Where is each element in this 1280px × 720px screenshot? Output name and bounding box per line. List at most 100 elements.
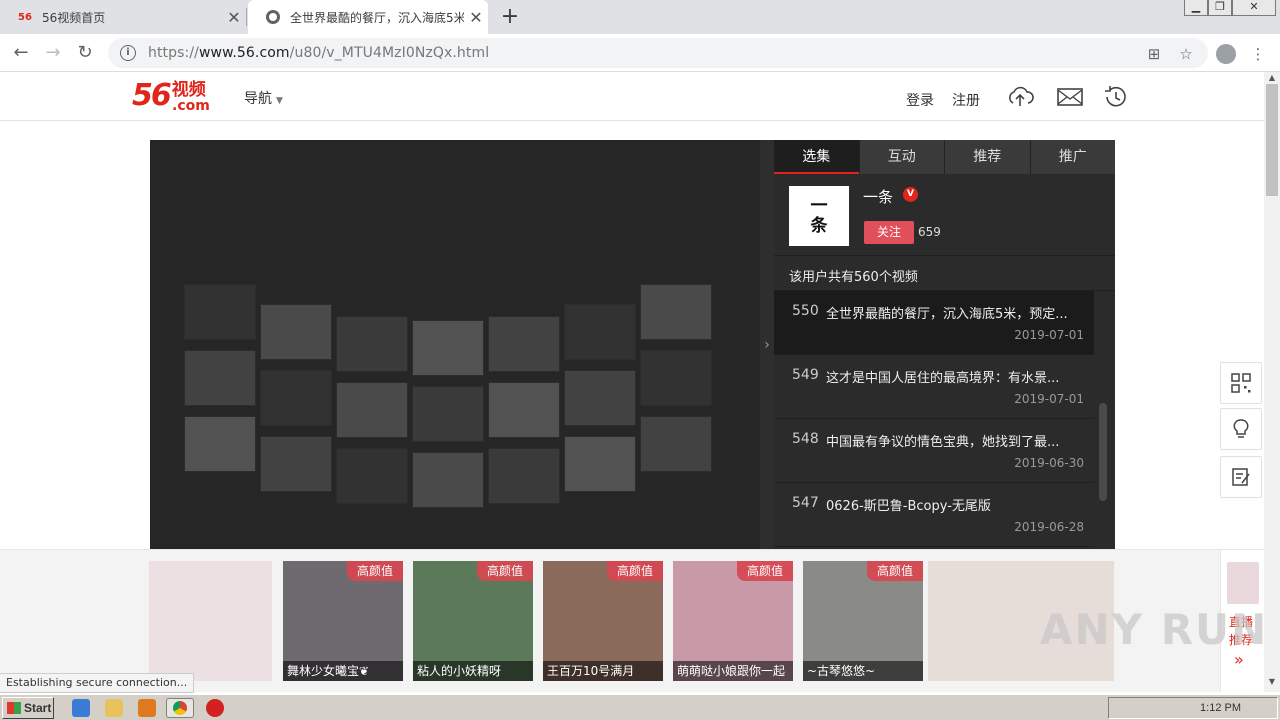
window-close-button[interactable]: ✕ — [1232, 0, 1276, 16]
ie-icon[interactable] — [72, 699, 90, 717]
poster-tile — [640, 416, 712, 472]
mail-icon[interactable] — [1056, 84, 1084, 110]
tab-interaction[interactable]: 互动 — [858, 140, 944, 174]
poster-tile — [412, 452, 484, 508]
url-text: https://www.56.com/u80/v_MTU4MzI0NzQx.ht… — [148, 45, 490, 61]
stop-icon[interactable] — [206, 699, 224, 717]
poster-tile — [564, 370, 636, 426]
page-scrollbar[interactable]: ▲ ▼ — [1264, 72, 1280, 692]
56-logo-icon: 56 — [18, 11, 32, 23]
reload-button[interactable]: ↻ — [72, 40, 98, 66]
uploader-name[interactable]: 一条 — [863, 186, 893, 207]
list-item[interactable]: 547 0626-斯巴鲁-Bcopy-无尾版 2019-06-28 — [774, 483, 1094, 547]
live-card[interactable]: 高颜值 粘人的小妖精呀 — [413, 561, 533, 681]
browser-tab-video[interactable]: 全世界最酷的餐厅，沉入海底5米，预 ✕ — [248, 0, 488, 34]
live-card[interactable]: 高颜值 舞林少女曦宝❦ — [283, 561, 403, 681]
poster-tile — [488, 382, 560, 438]
history-icon[interactable] — [1102, 84, 1130, 110]
media-player-icon[interactable] — [138, 699, 156, 717]
scroll-down-arrow-icon[interactable]: ▼ — [1264, 676, 1280, 688]
poster-tile — [488, 316, 560, 372]
address-bar[interactable]: i https://www.56.com/u80/v_MTU4MzI0NzQx.… — [108, 38, 1208, 68]
collapse-panel-button[interactable]: › — [760, 140, 774, 550]
nav-dropdown[interactable]: 导航 ▼ — [244, 88, 283, 108]
poster-tile — [336, 382, 408, 438]
status-bubble: Establishing secure connection... — [0, 673, 195, 693]
video-count-text: 该用户共有560个视频 — [789, 270, 918, 285]
watermark: ANY RUN — [1040, 605, 1269, 654]
register-link[interactable]: 注册 — [952, 90, 980, 110]
new-tab-button[interactable]: + — [498, 4, 522, 30]
browser-toolbar: ← → ↻ i https://www.56.com/u80/v_MTU4MzI… — [0, 34, 1280, 72]
episode-list: 550 全世界最酷的餐厅，沉入海底5米，预定... 2019-07-01 549… — [774, 290, 1115, 550]
close-tab-icon[interactable]: ✕ — [464, 8, 488, 27]
poster-tile — [336, 448, 408, 504]
list-scrollbar[interactable] — [1099, 403, 1107, 501]
lightbulb-button[interactable] — [1220, 408, 1262, 450]
qr-code-icon — [1231, 373, 1251, 393]
list-item[interactable]: 550 全世界最酷的餐厅，沉入海底5米，预定... 2019-07-01 — [774, 291, 1094, 355]
live-host-avatar[interactable] — [1227, 562, 1259, 604]
close-tab-icon[interactable]: ✕ — [222, 8, 246, 27]
loading-poster-wall — [180, 284, 730, 520]
follow-button[interactable]: 关注 — [864, 221, 914, 244]
tab-separator — [246, 8, 247, 26]
globe-icon — [264, 9, 282, 25]
poster-tile — [184, 350, 256, 406]
episode-panel: 选集 互动 推荐 推广 一条 一条 V 关注 659 该用户共有560个视频 5… — [774, 140, 1115, 550]
chrome-taskbar-button[interactable] — [166, 698, 194, 718]
site-header: 56 视频 .com 导航 ▼ 登录 注册 — [0, 72, 1264, 121]
browser-tabstrip: 56 56视频首页 ✕ 全世界最酷的餐厅，沉入海底5米，预 ✕ + ▁ ❐ ✕ — [0, 0, 1280, 34]
forward-button[interactable]: → — [40, 40, 66, 66]
system-tray: 1:12 PM — [1108, 697, 1278, 719]
list-item[interactable]: 549 这才是中国人居住的最高境界：有水景... 2019-07-01 — [774, 355, 1094, 419]
browser-tab-home[interactable]: 56 56视频首页 ✕ — [0, 0, 246, 34]
list-item[interactable]: 548 中国最有争议的情色宝典，她找到了最... 2019-06-30 — [774, 419, 1094, 483]
folder-icon[interactable] — [105, 699, 123, 717]
chrome-icon — [173, 701, 187, 715]
lightbulb-icon — [1233, 419, 1249, 438]
caret-down-icon: ▼ — [276, 96, 283, 106]
menu-kebab-icon[interactable]: ⋮ — [1248, 44, 1268, 64]
poster-tile — [640, 350, 712, 406]
site-info-icon[interactable]: i — [120, 45, 136, 61]
live-card[interactable] — [149, 561, 272, 681]
tab-recommend[interactable]: 推荐 — [944, 140, 1030, 174]
tab-promotion[interactable]: 推广 — [1029, 140, 1115, 174]
maximize-button[interactable]: ❐ — [1208, 0, 1232, 16]
poster-tile — [640, 284, 712, 340]
scrollbar-thumb[interactable] — [1266, 84, 1278, 196]
poster-tile — [336, 316, 408, 372]
profile-avatar-icon[interactable] — [1216, 44, 1236, 64]
site-logo[interactable]: 56 视频 .com — [132, 78, 210, 114]
poster-tile — [488, 448, 560, 504]
scroll-up-arrow-icon[interactable]: ▲ — [1264, 72, 1280, 84]
chevron-right-icon: › — [764, 337, 770, 353]
poster-tile — [184, 284, 256, 340]
poster-tile — [260, 370, 332, 426]
poster-tile — [564, 304, 636, 360]
edit-note-icon — [1232, 468, 1250, 486]
login-link[interactable]: 登录 — [906, 90, 934, 110]
back-button[interactable]: ← — [8, 40, 34, 66]
feedback-button[interactable] — [1220, 456, 1262, 498]
bookmark-star-icon[interactable]: ☆ — [1176, 44, 1196, 64]
poster-tile — [184, 416, 256, 472]
video-player[interactable] — [150, 140, 760, 550]
live-card[interactable]: 高颜值 萌萌哒小娘跟你一起 — [673, 561, 793, 681]
qr-code-button[interactable] — [1220, 362, 1262, 404]
verified-badge-icon: V — [903, 187, 918, 202]
translate-icon[interactable]: ⊞ — [1144, 44, 1164, 64]
minimize-button[interactable]: ▁ — [1184, 0, 1208, 16]
avatar-text: 一条 — [810, 196, 828, 236]
avatar[interactable]: 一条 — [789, 186, 849, 246]
windows-flag-icon — [7, 702, 21, 714]
tab-episodes[interactable]: 选集 — [774, 140, 859, 174]
live-card[interactable]: 高颜值 ~古琴悠悠~ — [803, 561, 923, 681]
uploader-card: 一条 一条 V 关注 659 — [774, 174, 1115, 256]
clock[interactable]: 1:12 PM — [1200, 702, 1241, 714]
start-button[interactable]: Start — [2, 697, 54, 719]
live-card[interactable]: 高颜值 王百万10号满月 — [543, 561, 663, 681]
panel-tabs: 选集 互动 推荐 推广 — [774, 140, 1115, 174]
upload-cloud-icon[interactable] — [1006, 84, 1034, 110]
